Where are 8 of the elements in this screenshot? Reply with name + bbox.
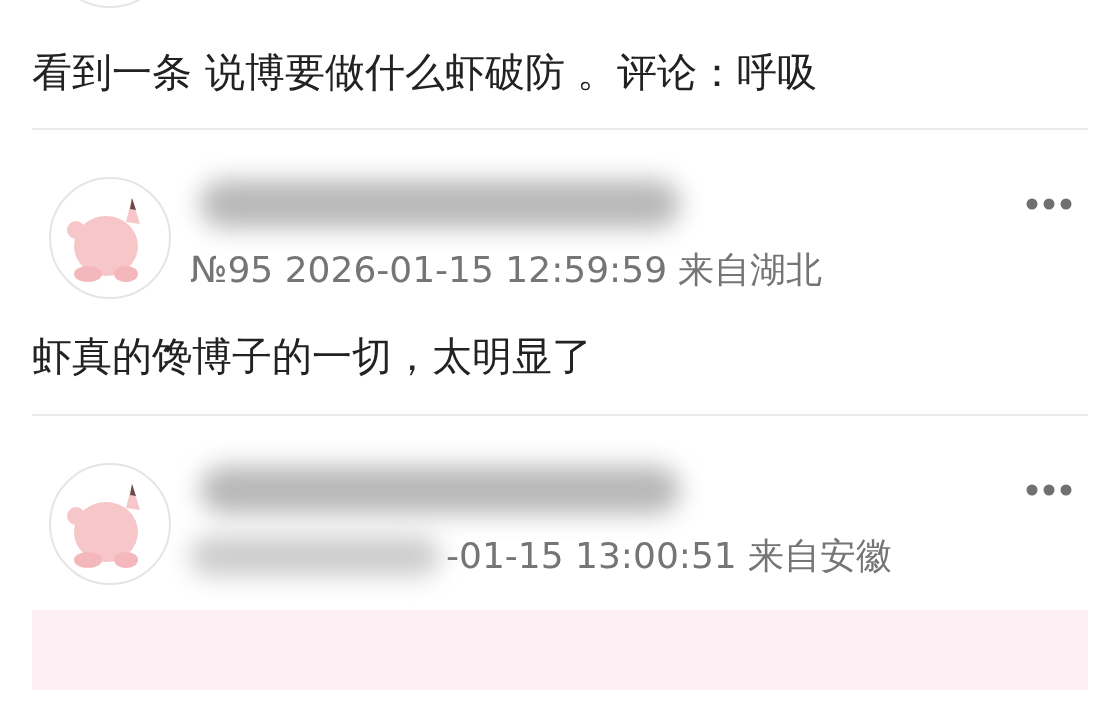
avatar[interactable]	[48, 462, 172, 586]
post-text: 看到一条 说博要做什么虾破防 。评论：呼吸	[32, 48, 819, 97]
avatar[interactable]	[48, 176, 172, 300]
more-icon[interactable]	[1026, 484, 1072, 496]
comment-meta: -01-15 13:00:51 来自安徽	[446, 534, 893, 578]
comment-text: 虾真的馋博子的一切，太明显了	[32, 332, 593, 381]
comment-meta: №95 2026-01-15 12:59:59 来自湖北	[190, 248, 823, 292]
more-icon[interactable]	[1026, 198, 1072, 210]
